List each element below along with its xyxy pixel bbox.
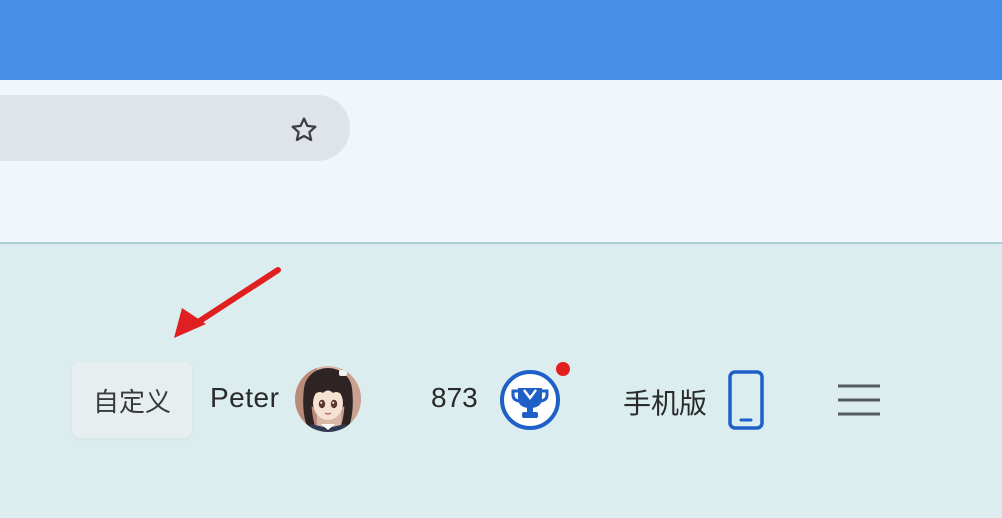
username-label[interactable]: Peter [210,382,279,414]
notification-dot [556,362,570,376]
annotation-arrow-icon [174,267,281,338]
browser-toolbar [0,80,1002,164]
bookmark-star-icon[interactable] [284,110,324,150]
mobile-phone-icon[interactable] [726,370,766,430]
browser-frame: 自定义 Peter 873 手机版 [0,0,1002,518]
trophy-icon[interactable] [498,368,562,432]
score-value[interactable]: 873 [431,382,478,414]
anime-girl-avatar-icon [295,366,361,432]
hamburger-menu-icon[interactable] [834,380,884,420]
bookmarks-bar [0,164,1002,242]
mobile-version-link[interactable]: 手机版 [623,382,707,422]
avatar[interactable] [295,366,361,432]
title-bar [0,0,1002,80]
customize-button[interactable]: 自定义 [72,362,192,438]
customize-label: 自定义 [92,386,171,417]
